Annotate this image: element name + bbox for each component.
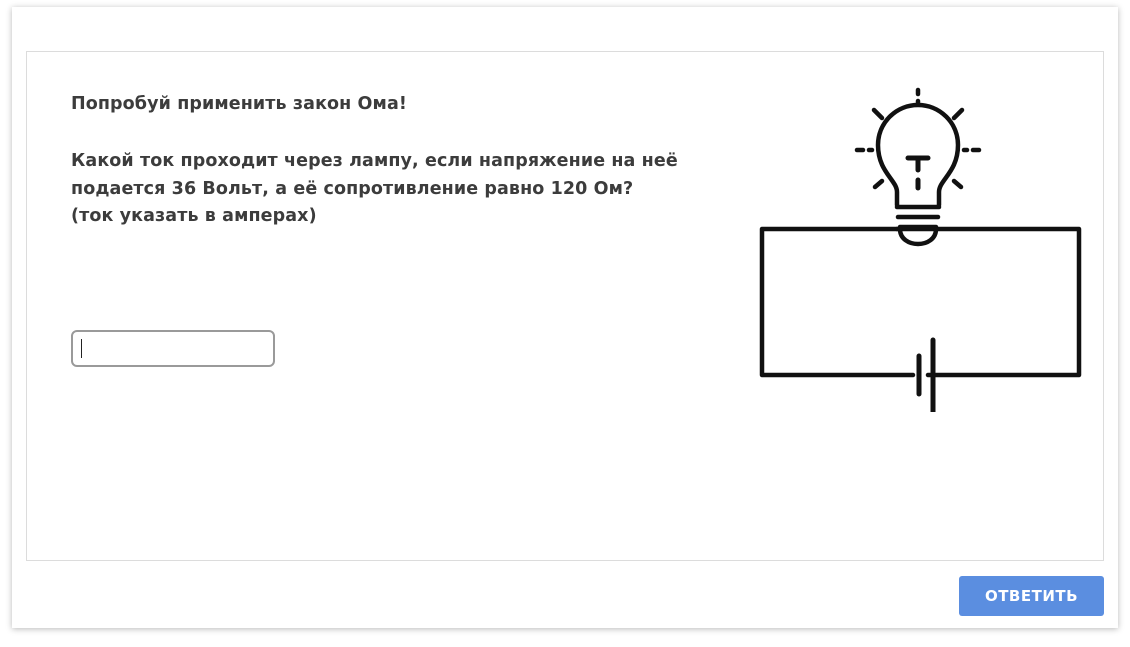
question-line: Какой ток проходит через лампу, если нап…	[71, 151, 678, 171]
question-line: подается 36 Вольт, а её сопротивление ра…	[71, 178, 634, 199]
light-ray	[871, 107, 885, 121]
submit-button[interactable]: ОТВЕТИТЬ	[959, 576, 1104, 616]
answer-input[interactable]	[71, 330, 275, 367]
circuit-wire	[894, 226, 1082, 378]
circuit-wire	[759, 226, 916, 378]
light-ray	[951, 107, 965, 121]
light-ray	[872, 178, 885, 190]
text-caret	[81, 339, 82, 358]
question-panel: Попробуй применить закон Ома! Какой ток …	[26, 51, 1104, 561]
question-line: (ток указать в амперах)	[71, 206, 317, 226]
light-ray	[951, 178, 964, 190]
question-text: Какой ток проходит через лампу, если нап…	[71, 148, 731, 231]
quiz-card: Попробуй применить закон Ома! Какой ток …	[12, 7, 1118, 628]
question-title: Попробуй применить закон Ома!	[71, 94, 407, 114]
lightbulb-circuit-icon	[759, 87, 1082, 412]
